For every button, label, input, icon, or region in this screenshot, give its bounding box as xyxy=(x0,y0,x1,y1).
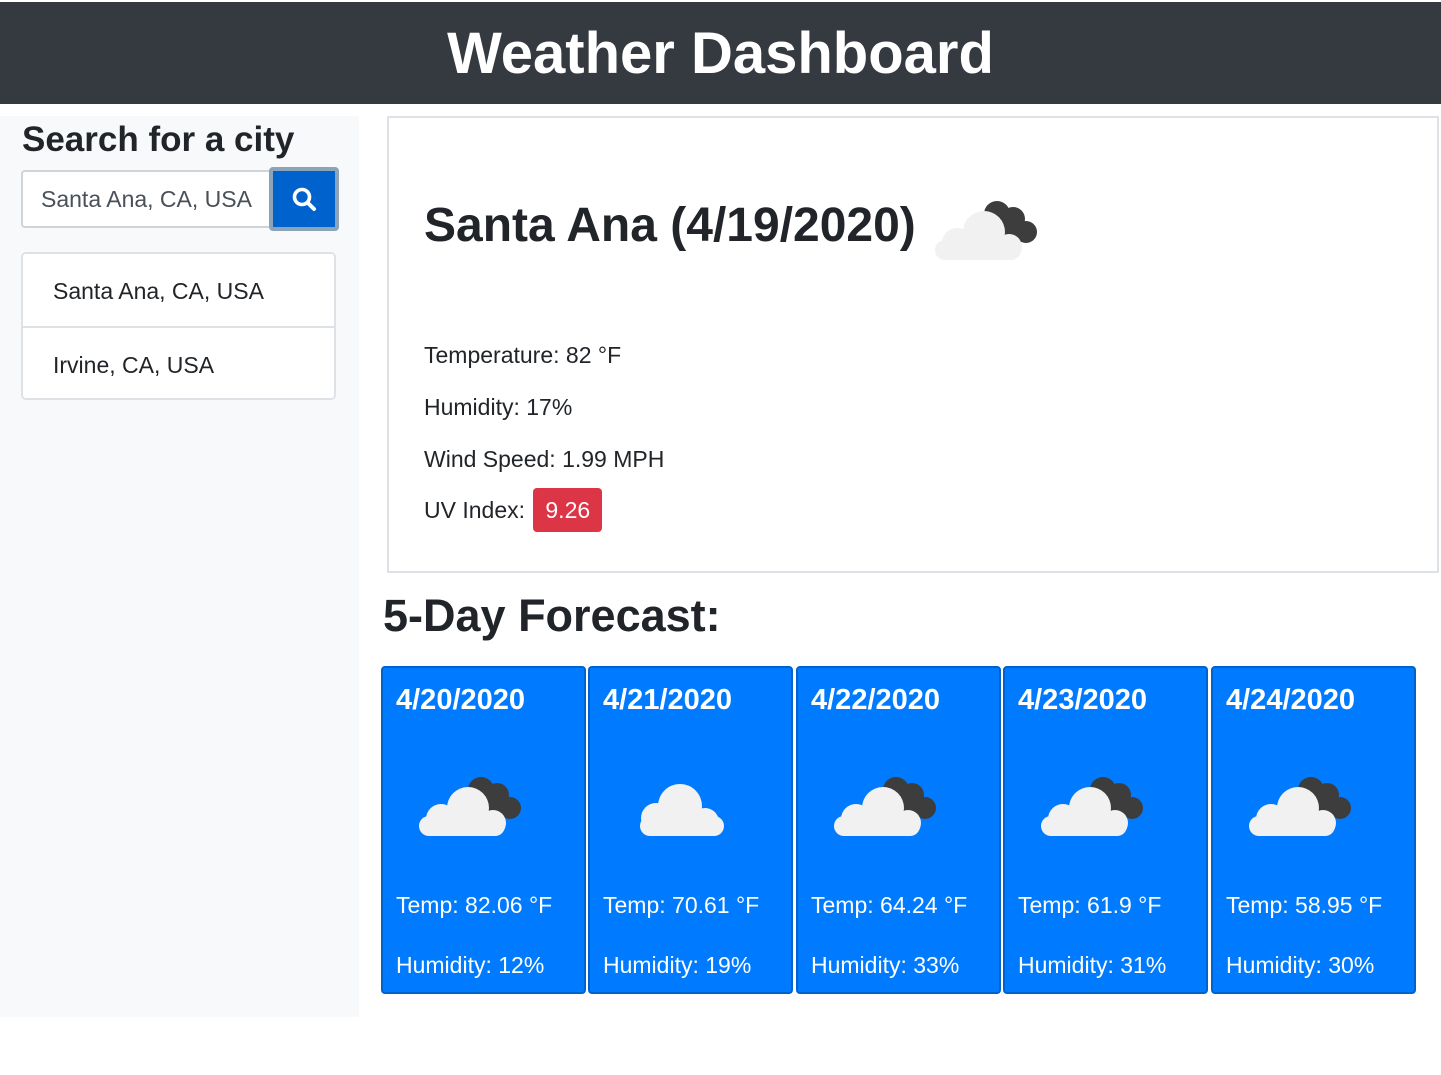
uv-label: UV Index: xyxy=(424,497,525,523)
search-button[interactable] xyxy=(269,167,339,231)
current-humidity: Humidity: 17% xyxy=(424,394,573,420)
search-sidebar: Search for a city Santa Ana, CA, USA Irv… xyxy=(0,116,359,1017)
forecast-temp: Temp: 70.61 °F xyxy=(603,892,760,918)
forecast-date: 4/24/2020 xyxy=(1226,684,1356,716)
forecast-humidity: Humidity: 19% xyxy=(603,952,752,978)
current-wind-speed: Wind Speed: 1.99 MPH xyxy=(424,446,665,472)
forecast-humidity: Humidity: 33% xyxy=(811,952,960,978)
search-icon xyxy=(292,187,316,211)
forecast-date: 4/23/2020 xyxy=(1018,684,1148,716)
history-item-santa-ana[interactable]: Santa Ana, CA, USA xyxy=(23,254,334,326)
forecast-card: 4/21/2020 Temp: 70.61 °F Humidity: 19% xyxy=(588,666,793,994)
search-heading: Search for a city xyxy=(22,120,295,159)
forecast-temp: Temp: 64.24 °F xyxy=(811,892,968,918)
partly-cloudy-icon xyxy=(834,777,936,836)
forecast-temp: Temp: 61.9 °F xyxy=(1018,892,1162,918)
forecast-row: 4/20/2020 Temp: 82.06 °F Humidity: 12% 4… xyxy=(381,666,1421,994)
forecast-heading: 5-Day Forecast: xyxy=(383,590,721,641)
city-search-input[interactable] xyxy=(21,170,271,228)
forecast-card: 4/20/2020 Temp: 82.06 °F Humidity: 12% xyxy=(381,666,586,994)
uv-index-badge: 9.26 xyxy=(533,488,603,532)
forecast-date: 4/21/2020 xyxy=(603,684,733,716)
forecast-date: 4/20/2020 xyxy=(396,684,526,716)
forecast-date: 4/22/2020 xyxy=(811,684,941,716)
page-header: Weather Dashboard xyxy=(0,2,1441,104)
forecast-humidity: Humidity: 31% xyxy=(1018,952,1167,978)
current-weather-card: Santa Ana (4/19/2020) Temperature: 82 °F… xyxy=(387,116,1439,573)
forecast-humidity: Humidity: 12% xyxy=(396,952,545,978)
partly-cloudy-icon xyxy=(419,777,521,836)
forecast-temp: Temp: 82.06 °F xyxy=(396,892,553,918)
forecast-temp: Temp: 58.95 °F xyxy=(1226,892,1383,918)
cloud-icon xyxy=(640,784,724,836)
partly-cloudy-icon xyxy=(1041,777,1143,836)
current-temperature: Temperature: 82 °F xyxy=(424,342,622,368)
current-city-title: Santa Ana (4/19/2020) xyxy=(424,199,916,252)
forecast-card: 4/24/2020 Temp: 58.95 °F Humidity: 30% xyxy=(1211,666,1416,994)
forecast-card: 4/23/2020 Temp: 61.9 °F Humidity: 31% xyxy=(1003,666,1208,994)
forecast-card: 4/22/2020 Temp: 64.24 °F Humidity: 33% xyxy=(796,666,1001,994)
page-title: Weather Dashboard xyxy=(447,20,994,86)
partly-cloudy-icon xyxy=(1249,777,1351,836)
forecast-humidity: Humidity: 30% xyxy=(1226,952,1375,978)
history-item-irvine[interactable]: Irvine, CA, USA xyxy=(23,326,334,398)
search-history-list: Santa Ana, CA, USA Irvine, CA, USA xyxy=(21,252,336,400)
current-uv-row: UV Index: 9.26 xyxy=(424,488,603,532)
partly-cloudy-icon xyxy=(935,201,1037,260)
